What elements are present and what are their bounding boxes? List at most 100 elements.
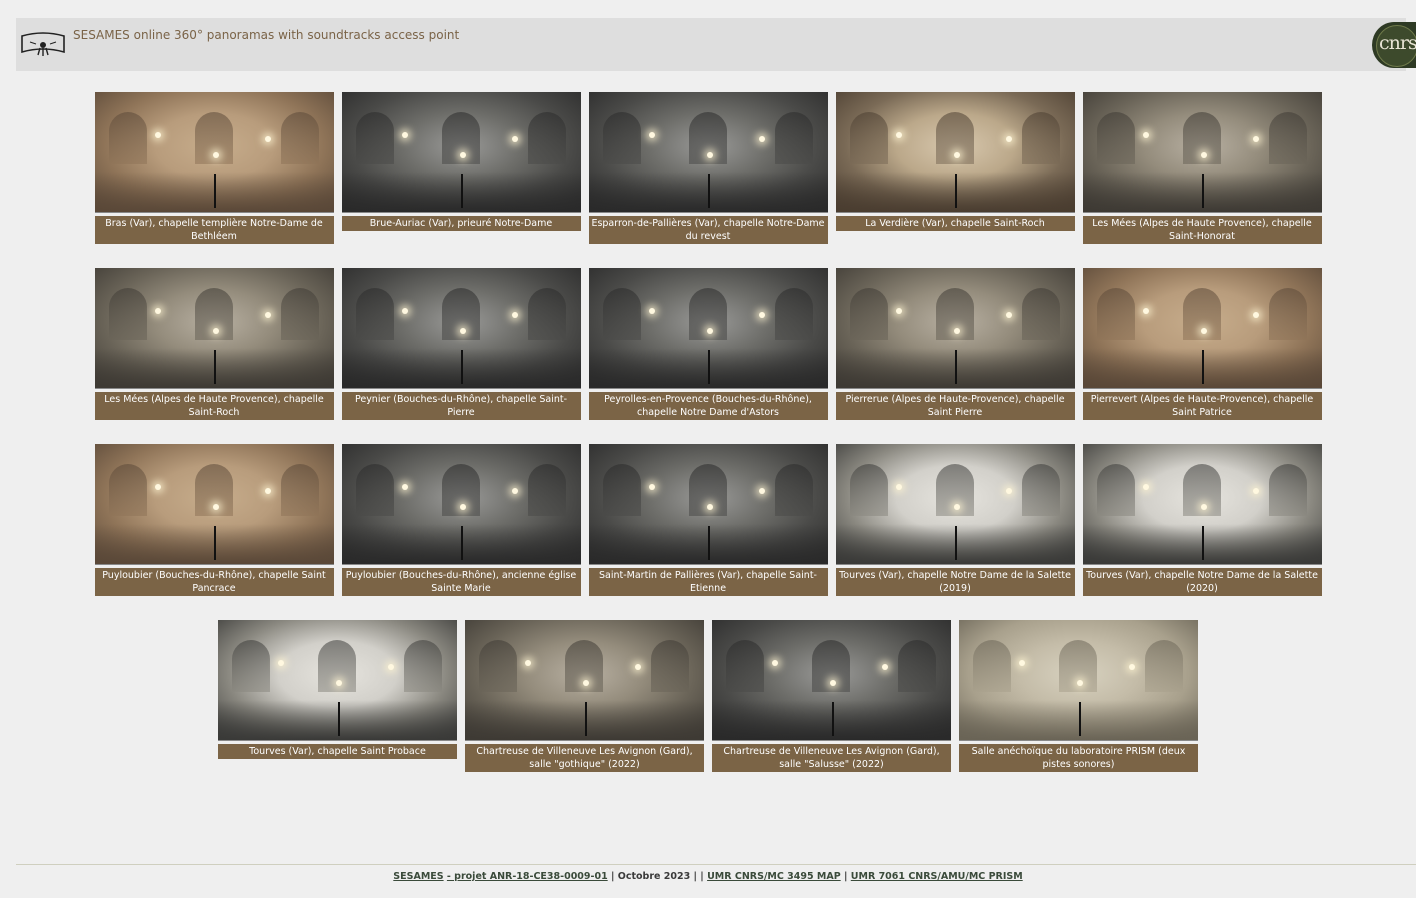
- panorama-light: [1077, 680, 1083, 686]
- panorama-tile[interactable]: Peyrolles-en-Provence (Bouches-du-Rhône)…: [588, 268, 828, 420]
- panorama-light: [459, 152, 466, 158]
- panorama-arch: [849, 464, 888, 516]
- panorama-thumbnail[interactable]: [1082, 444, 1322, 565]
- panorama-thumbnail[interactable]: [1082, 92, 1322, 213]
- panorama-caption[interactable]: Les Mées (Alpes de Haute Provence), chap…: [94, 392, 334, 420]
- panorama-caption[interactable]: La Verdière (Var), chapelle Saint-Roch: [835, 216, 1075, 231]
- panorama-arch: [527, 288, 566, 340]
- panorama-tile[interactable]: Bras (Var), chapelle templière Notre-Dam…: [94, 92, 334, 244]
- panorama-caption[interactable]: Tourves (Var), chapelle Notre Dame de la…: [835, 568, 1075, 596]
- tripod-mark: [1078, 702, 1081, 736]
- footer-sesames-link[interactable]: SESAMES: [393, 871, 443, 882]
- footer-project-link[interactable]: - projet ANR-18-CE38-0009-01: [447, 871, 608, 882]
- panorama-caption[interactable]: Bras (Var), chapelle templière Notre-Dam…: [94, 216, 334, 244]
- panorama-arch: [108, 464, 147, 516]
- panorama-light: [511, 136, 518, 142]
- panorama-arch: [1145, 640, 1183, 692]
- panorama-caption[interactable]: Saint-Martin de Pallières (Var), chapell…: [588, 568, 828, 596]
- panorama-tile[interactable]: Esparron-de-Pallières (Var), chapelle No…: [588, 92, 828, 244]
- panorama-thumbnail[interactable]: [835, 268, 1075, 389]
- panorama-thumbnail[interactable]: [465, 620, 704, 741]
- panorama-tile[interactable]: Pierrevert (Alpes de Haute-Provence), ch…: [1082, 268, 1322, 420]
- site-header: SESAMES online 360° panoramas with sound…: [16, 18, 1406, 71]
- panorama-caption[interactable]: Tourves (Var), chapelle Notre Dame de la…: [1082, 568, 1322, 596]
- panorama-tile[interactable]: Saint-Martin de Pallières (Var), chapell…: [588, 444, 828, 596]
- panorama-tile[interactable]: Les Mées (Alpes de Haute Provence), chap…: [94, 268, 334, 420]
- panorama-thumbnail[interactable]: [959, 620, 1198, 741]
- panorama-light: [1129, 664, 1135, 670]
- panorama-tile[interactable]: Brue-Auriac (Var), prieuré Notre-Dame: [341, 92, 581, 244]
- panorama-thumbnail[interactable]: [94, 92, 334, 213]
- panorama-arch: [1096, 288, 1135, 340]
- panorama-caption[interactable]: Tourves (Var), chapelle Saint Probace: [218, 744, 457, 759]
- panorama-light: [1252, 488, 1259, 494]
- panorama-thumbnail[interactable]: [588, 92, 828, 213]
- panorama-arch: [774, 464, 813, 516]
- panorama-tile[interactable]: Chartreuse de Villeneuve Les Avignon (Ga…: [712, 620, 951, 772]
- panorama-thumbnail[interactable]: [341, 92, 581, 213]
- panorama-tile[interactable]: Puyloubier (Bouches-du-Rhône), chapelle …: [94, 444, 334, 596]
- panorama-thumbnail[interactable]: [588, 268, 828, 389]
- panorama-thumbnail[interactable]: [94, 444, 334, 565]
- panorama-tile[interactable]: Les Mées (Alpes de Haute Provence), chap…: [1082, 92, 1322, 244]
- panorama-light: [706, 504, 713, 510]
- panorama-thumbnail[interactable]: [712, 620, 951, 741]
- panorama-light: [525, 660, 531, 666]
- footer-divider: [16, 864, 1416, 865]
- panorama-row: Bras (Var), chapelle templière Notre-Dam…: [0, 92, 1416, 244]
- panorama-tile[interactable]: Tourves (Var), chapelle Notre Dame de la…: [1082, 444, 1322, 596]
- panorama-thumbnail[interactable]: [218, 620, 457, 741]
- panorama-caption[interactable]: Les Mées (Alpes de Haute Provence), chap…: [1082, 216, 1322, 244]
- panorama-thumbnail[interactable]: [835, 444, 1075, 565]
- panorama-arch: [355, 464, 394, 516]
- panorama-thumbnail[interactable]: [341, 444, 581, 565]
- cnrs-logo[interactable]: cnrs: [1372, 22, 1416, 68]
- panorama-arch: [108, 288, 147, 340]
- panorama-caption[interactable]: Chartreuse de Villeneuve Les Avignon (Ga…: [465, 744, 704, 772]
- panorama-light: [895, 308, 902, 314]
- panorama-arch: [1268, 112, 1307, 164]
- tripod-mark: [955, 174, 957, 208]
- panorama-thumbnail[interactable]: [1082, 268, 1322, 389]
- tripod-mark: [214, 526, 216, 560]
- panorama-light: [648, 132, 655, 138]
- tripod-mark: [584, 702, 587, 736]
- panorama-caption[interactable]: Brue-Auriac (Var), prieuré Notre-Dame: [341, 216, 581, 231]
- footer-date: | Octobre 2023 | |: [607, 871, 708, 882]
- panorama-tile[interactable]: Chartreuse de Villeneuve Les Avignon (Ga…: [465, 620, 704, 772]
- panorama-thumbnail[interactable]: [341, 268, 581, 389]
- panorama-caption[interactable]: Peynier (Bouches-du-Rhône), chapelle Sai…: [341, 392, 581, 420]
- panorama-tile[interactable]: La Verdière (Var), chapelle Saint-Roch: [835, 92, 1075, 244]
- panorama-arch: [280, 288, 319, 340]
- panorama-tile[interactable]: Salle anéchoïque du laboratoire PRISM (d…: [959, 620, 1198, 772]
- panorama-caption[interactable]: Pierrevert (Alpes de Haute-Provence), ch…: [1082, 392, 1322, 420]
- panorama-caption[interactable]: Puyloubier (Bouches-du-Rhône), ancienne …: [341, 568, 581, 596]
- panorama-arch: [527, 464, 566, 516]
- panorama-arch: [232, 640, 270, 692]
- panorama-light: [758, 136, 765, 142]
- panorama-light: [212, 504, 219, 510]
- panorama-light: [1005, 136, 1012, 142]
- panorama-caption[interactable]: Pierrerue (Alpes de Haute-Provence), cha…: [835, 392, 1075, 420]
- panorama-arch: [774, 112, 813, 164]
- tripod-mark: [461, 526, 463, 560]
- panorama-thumbnail[interactable]: [94, 268, 334, 389]
- panorama-arch: [404, 640, 442, 692]
- panorama-caption[interactable]: Salle anéchoïque du laboratoire PRISM (d…: [959, 744, 1198, 772]
- panorama-tile[interactable]: Tourves (Var), chapelle Notre Dame de la…: [835, 444, 1075, 596]
- panorama-arch: [355, 288, 394, 340]
- panorama-thumbnail[interactable]: [588, 444, 828, 565]
- panorama-caption[interactable]: Peyrolles-en-Provence (Bouches-du-Rhône)…: [588, 392, 828, 420]
- footer-prism-link[interactable]: UMR 7061 CNRS/AMU/MC PRISM: [851, 871, 1023, 882]
- panorama-light: [882, 664, 888, 670]
- panorama-caption[interactable]: Chartreuse de Villeneuve Les Avignon (Ga…: [712, 744, 951, 772]
- panorama-tile[interactable]: Pierrerue (Alpes de Haute-Provence), cha…: [835, 268, 1075, 420]
- panorama-thumbnail[interactable]: [835, 92, 1075, 213]
- panorama-light: [264, 312, 271, 318]
- panorama-tile[interactable]: Tourves (Var), chapelle Saint Probace: [218, 620, 457, 772]
- panorama-tile[interactable]: Puyloubier (Bouches-du-Rhône), ancienne …: [341, 444, 581, 596]
- footer-map-link[interactable]: UMR CNRS/MC 3495 MAP: [707, 871, 841, 882]
- panorama-caption[interactable]: Esparron-de-Pallières (Var), chapelle No…: [588, 216, 828, 244]
- panorama-caption[interactable]: Puyloubier (Bouches-du-Rhône), chapelle …: [94, 568, 334, 596]
- panorama-tile[interactable]: Peynier (Bouches-du-Rhône), chapelle Sai…: [341, 268, 581, 420]
